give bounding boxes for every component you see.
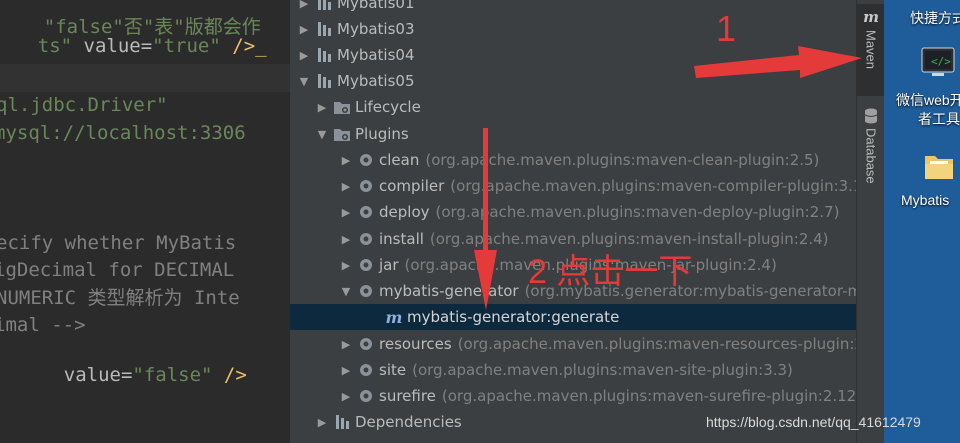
annotation-step-1: 1 xyxy=(716,8,737,49)
arrow-2-icon xyxy=(474,250,497,310)
annotation-layer xyxy=(474,46,862,310)
arrow-1-icon xyxy=(694,46,862,78)
watermark-url: https://blog.csdn.net/qq_41612479 xyxy=(706,414,921,430)
annotation-step-2: 2 点击一下 xyxy=(528,253,693,291)
